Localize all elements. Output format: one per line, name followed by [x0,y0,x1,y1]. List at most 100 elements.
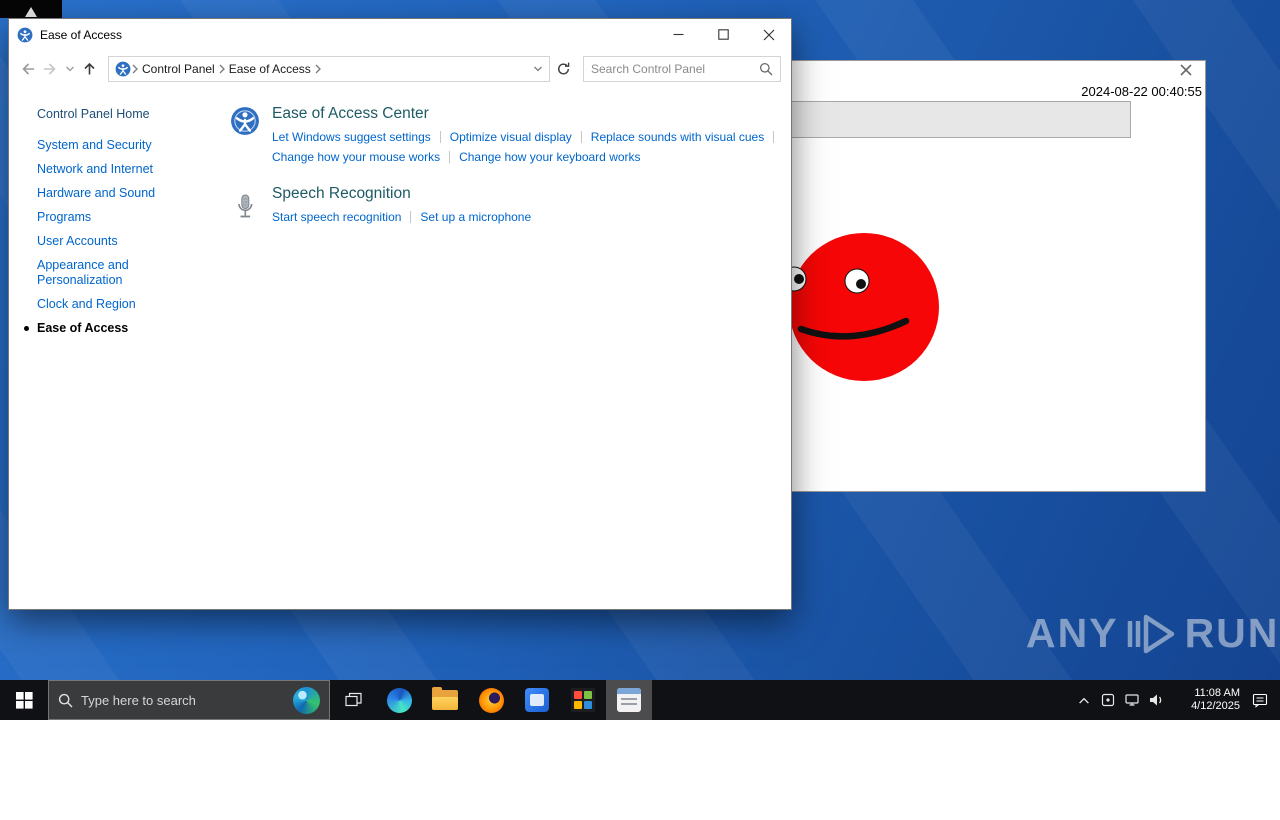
link-change-how-your-keyboard-works[interactable]: Change how your keyboard works [459,150,640,164]
speaker-icon [1148,692,1164,708]
chevron-down-icon [533,65,543,73]
watermark-run-text: RUN [1185,610,1280,657]
search-highlight-icon[interactable] [293,687,320,714]
taskbar-icon-active-app[interactable] [606,680,652,720]
link-divider [440,131,441,143]
control-panel-window[interactable]: Ease of Access [8,18,792,610]
address-dropdown-button[interactable] [533,60,543,78]
link-divider [581,131,582,143]
breadcrumb-chevron-icon[interactable] [218,63,226,75]
title-bar[interactable]: Ease of Access [9,19,791,50]
microphone-icon[interactable] [235,193,255,223]
breadcrumb-chevron-icon[interactable] [314,63,322,75]
sidebar-item-appearance-and-personalization[interactable]: Appearance and Personalization [37,258,179,288]
link-let-windows-suggest-settings[interactable]: Let Windows suggest settings [272,130,431,144]
taskbar-icon-grid-app[interactable] [560,680,606,720]
up-button[interactable] [81,61,98,77]
breadcrumb-ease-of-access[interactable]: Ease of Access [229,62,311,76]
firefox-icon [479,688,504,713]
tray-show-hidden-icons-button[interactable] [1072,680,1096,720]
background-window-close-button[interactable] [1179,63,1197,81]
sidebar-item-clock-and-region[interactable]: Clock and Region [37,297,179,312]
link-divider [449,151,450,163]
taskbar-clock[interactable]: 11:08 AM 4/12/2025 [1174,687,1240,713]
control-panel-page-icon [115,61,131,77]
file-explorer-icon [432,690,458,710]
windows-logo-icon [16,692,33,709]
link-replace-sounds-with-visual-cues[interactable]: Replace sounds with visual cues [591,130,764,144]
start-button[interactable] [0,680,48,720]
sidebar-item-control-panel-home[interactable]: Control Panel Home [37,107,214,121]
taskbar: 11:08 AM 4/12/2025 [0,680,1280,720]
forward-arrow-icon [42,61,59,77]
tray-volume-button[interactable] [1144,680,1168,720]
action-center-button[interactable] [1248,680,1272,720]
tray-network-button[interactable] [1120,680,1144,720]
sidebar-item-system-and-security[interactable]: System and Security [37,138,179,153]
taskbar-search-input[interactable] [81,693,289,708]
minimize-button[interactable] [656,19,701,50]
task-view-icon [345,692,362,708]
anyrun-play-logo-icon [1126,611,1178,657]
ease-of-access-icon [17,27,33,43]
maximize-icon [718,29,729,40]
taskbar-search-box[interactable] [48,680,330,720]
network-icon [1124,692,1140,708]
back-button[interactable] [19,61,36,77]
chevron-up-icon [1077,694,1091,706]
watermark-any-text: ANY [1026,610,1119,657]
sidebar-item-hardware-and-sound[interactable]: Hardware and Sound [37,186,179,201]
red-smiley-drawing [781,229,951,389]
taskbar-icon-file-explorer[interactable] [422,680,468,720]
ease-of-access-center-icon[interactable] [230,106,260,136]
control-panel-search-box[interactable] [583,56,781,82]
link-optimize-visual-display[interactable]: Optimize visual display [450,130,572,144]
taskbar-icon-edge[interactable] [376,680,422,720]
hidden-window-fragment[interactable] [0,0,62,18]
window-title: Ease of Access [40,28,122,42]
clock-date: 4/12/2025 [1174,700,1240,713]
system-tray: 11:08 AM 4/12/2025 [1072,680,1280,720]
search-input[interactable] [591,62,759,76]
link-set-up-a-microphone[interactable]: Set up a microphone [420,210,531,224]
sidebar-item-user-accounts[interactable]: User Accounts [37,234,179,249]
search-icon[interactable] [759,62,773,76]
refresh-icon [556,61,571,76]
notification-icon [1252,692,1268,708]
sidebar-item-ease-of-access-active[interactable]: Ease of Access [37,321,179,336]
anyrun-watermark: ANY RUN [1026,610,1279,657]
task-view-button[interactable] [330,680,376,720]
sidebar-item-programs[interactable]: Programs [37,210,179,225]
close-button[interactable] [746,19,791,50]
section-ease-of-access-center: Ease of Access Center Let Windows sugges… [230,105,791,170]
control-panel-content: Ease of Access Center Let Windows sugges… [214,87,791,609]
recent-locations-button[interactable] [65,65,75,73]
active-app-icon [617,688,641,712]
address-bar[interactable]: Control Panel Ease of Access [108,56,550,82]
close-icon [1179,63,1193,77]
timestamp-label: 2024-08-22 00:40:55 [1081,84,1202,99]
speech-recognition-title-link[interactable]: Speech Recognition [272,185,531,203]
sidebar-item-network-and-internet[interactable]: Network and Internet [37,162,179,177]
link-change-how-your-mouse-works[interactable]: Change how your mouse works [272,150,440,164]
link-divider [773,131,774,143]
navigation-bar: Control Panel Ease of Access [9,50,791,87]
tray-app-button[interactable] [1096,680,1120,720]
ease-of-access-center-title-link[interactable]: Ease of Access Center [272,105,783,123]
refresh-button[interactable] [556,61,571,76]
hidden-window-icon [22,5,40,18]
control-panel-sidebar: Control Panel Home System and Security N… [9,87,214,609]
forward-button[interactable] [42,61,59,77]
taskbar-icon-blue-app[interactable] [514,680,560,720]
tray-app-icon [1100,692,1116,708]
blue-app-icon [525,688,549,712]
maximize-button[interactable] [701,19,746,50]
link-start-speech-recognition[interactable]: Start speech recognition [272,210,401,224]
breadcrumb-control-panel[interactable]: Control Panel [142,62,215,76]
chevron-down-icon [65,65,75,73]
taskbar-icon-firefox[interactable] [468,680,514,720]
grid-app-icon [571,688,595,712]
back-arrow-icon [19,61,36,77]
link-divider [410,211,411,223]
up-arrow-icon [81,61,98,77]
